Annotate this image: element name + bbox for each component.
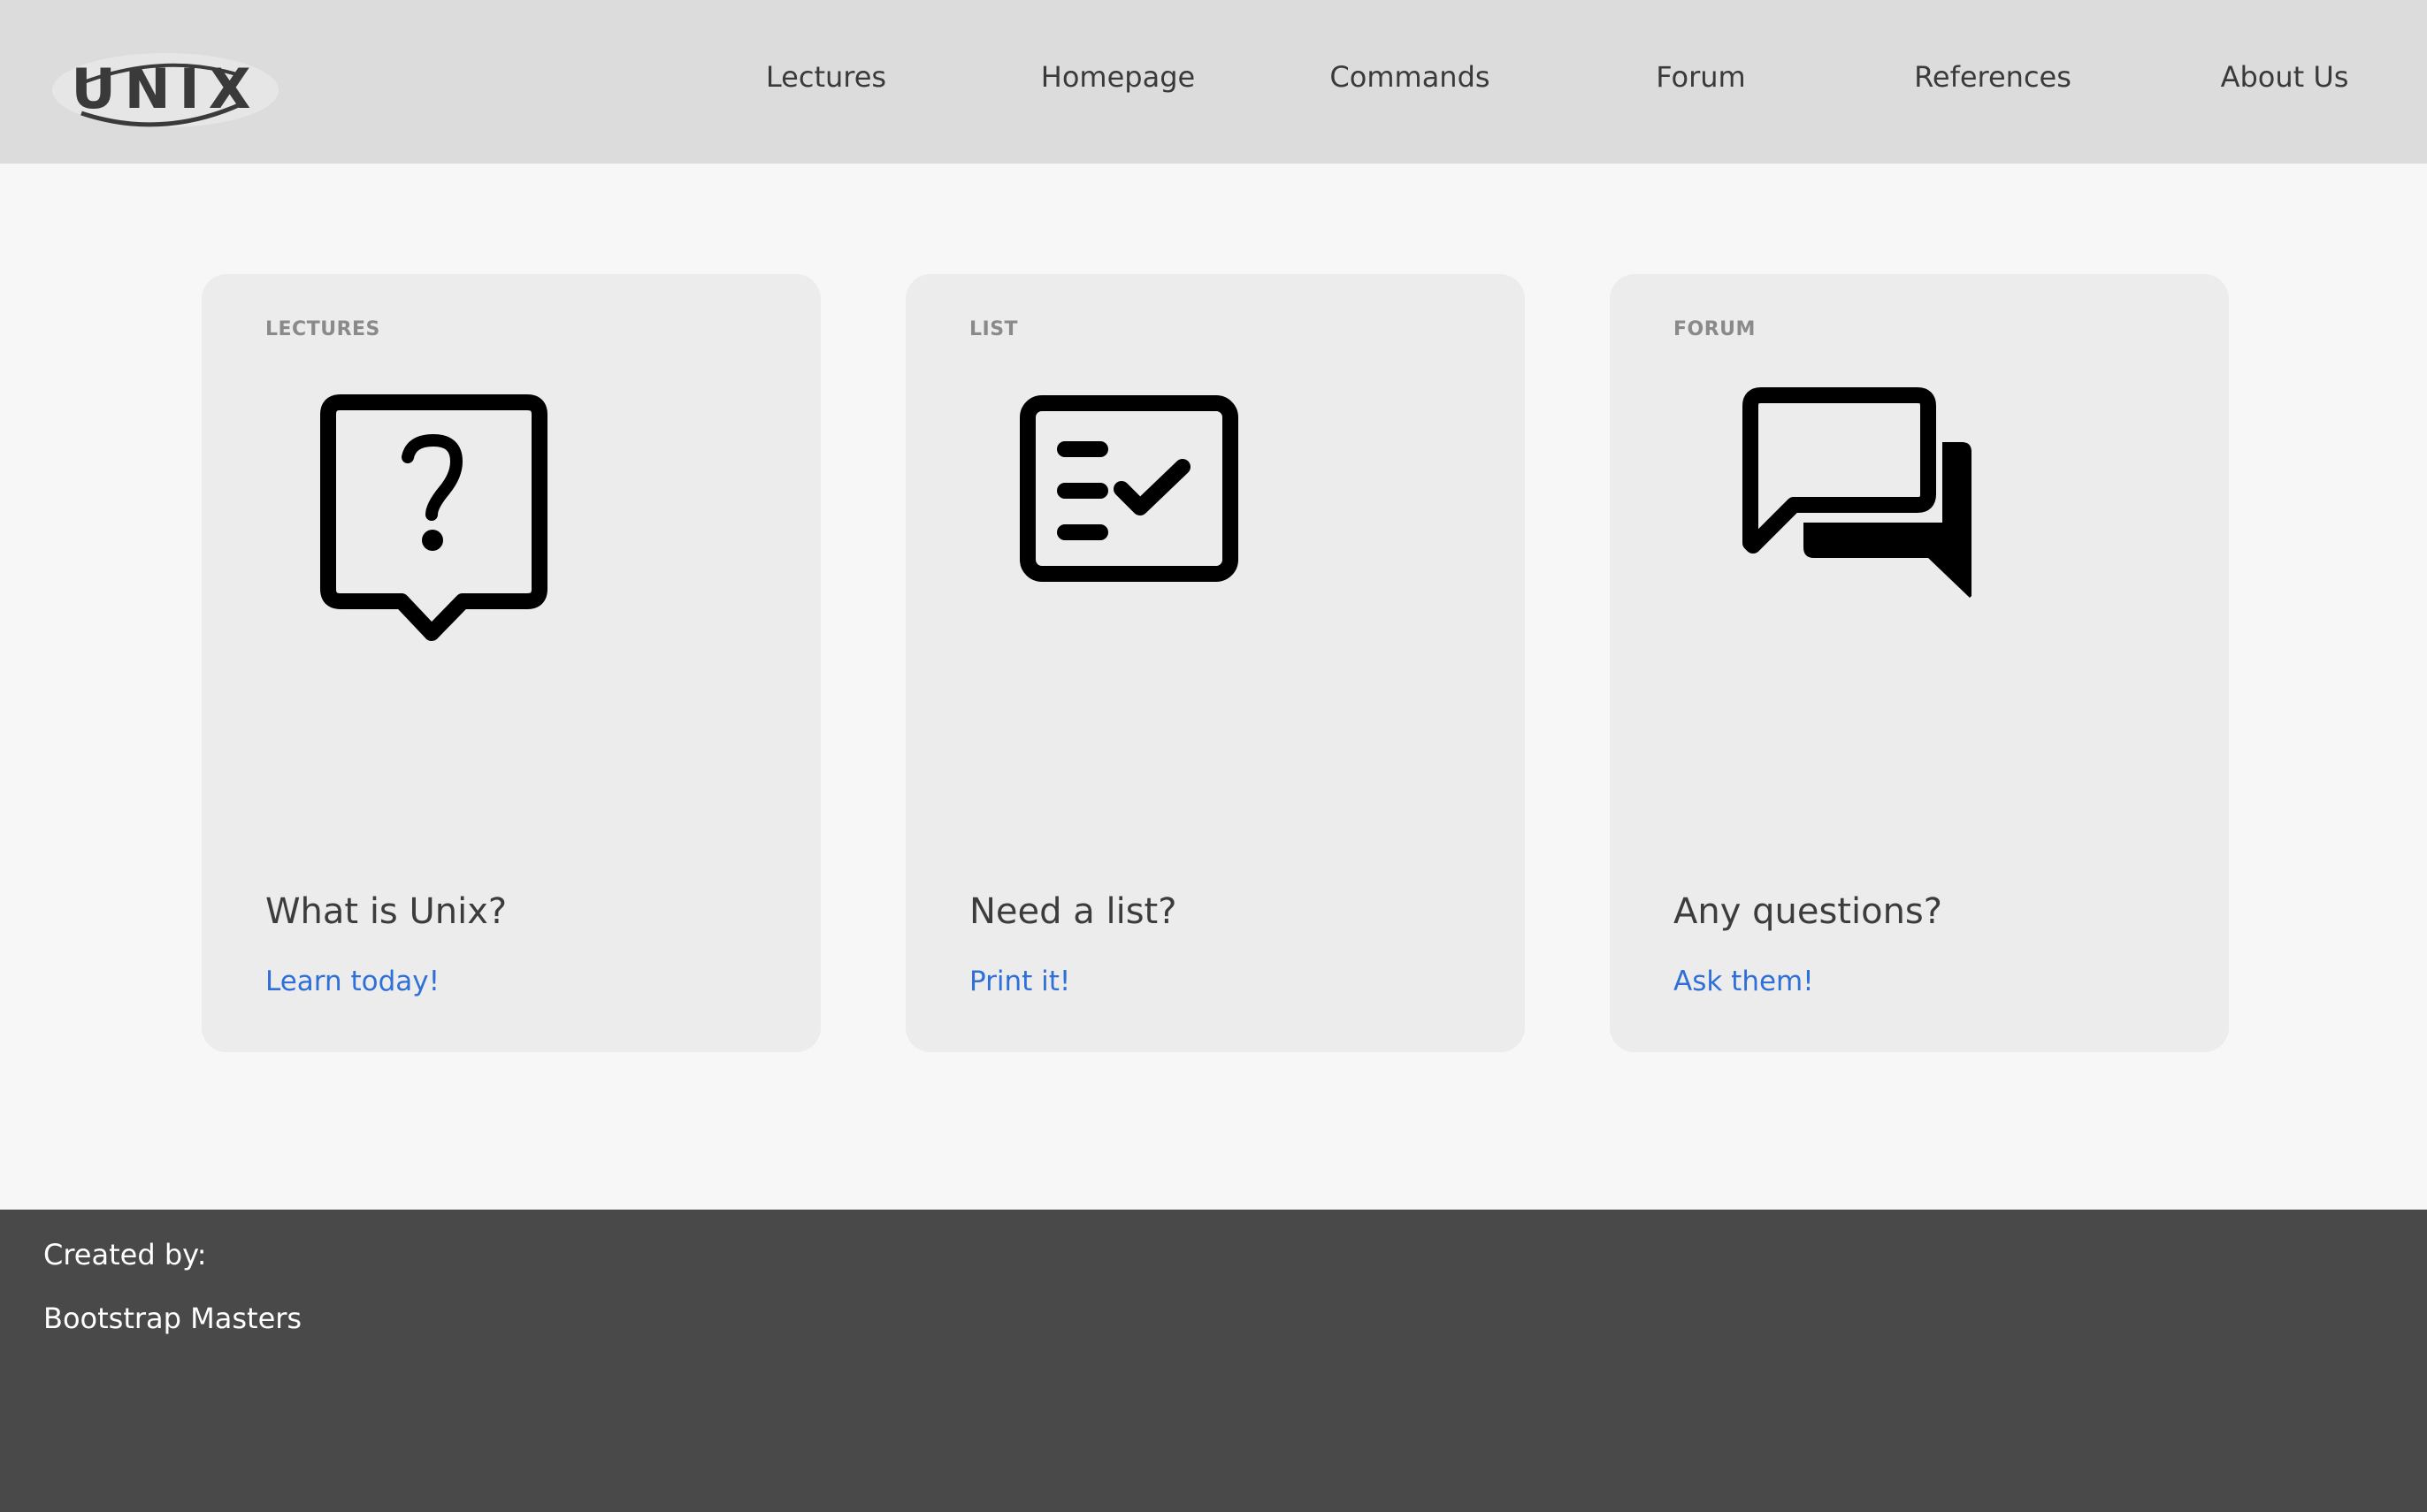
- card-tag: LECTURES: [265, 318, 380, 340]
- ask-them-link[interactable]: Ask them!: [1673, 966, 1814, 997]
- navbar: UNIX Lectures Homepage Commands Forum Re…: [0, 0, 2427, 164]
- svg-text:UNIX: UNIX: [71, 57, 259, 121]
- card-title: Need a list?: [969, 891, 1177, 932]
- unix-logo[interactable]: UNIX: [46, 27, 285, 137]
- card-lectures: LECTURES What is Unix? Learn today!: [202, 274, 821, 1052]
- learn-today-link[interactable]: Learn today!: [265, 966, 440, 997]
- author-name: Bootstrap Masters: [43, 1302, 302, 1335]
- question-bubble-icon: [308, 380, 732, 752]
- checklist-icon: [1012, 380, 1436, 752]
- card-title: What is Unix?: [265, 891, 508, 932]
- card-tag: FORUM: [1673, 318, 1756, 340]
- created-by-label: Created by:: [43, 1238, 207, 1271]
- card-list: LIST Need a list? Print it!: [906, 274, 1525, 1052]
- card-forum: FORUM Any questions? Ask them!: [1610, 274, 2229, 1052]
- nav-forum[interactable]: Forum: [1656, 60, 1745, 94]
- nav-about-us[interactable]: About Us: [2221, 60, 2349, 94]
- card-tag: LIST: [969, 318, 1019, 340]
- nav-lectures[interactable]: Lectures: [766, 60, 886, 94]
- nav-homepage[interactable]: Homepage: [1041, 60, 1195, 94]
- nav-commands[interactable]: Commands: [1329, 60, 1489, 94]
- card-title: Any questions?: [1673, 891, 1942, 932]
- nav-references[interactable]: References: [1914, 60, 2071, 94]
- chat-bubbles-icon: [1716, 380, 2140, 752]
- footer: Created by: Bootstrap Masters: [0, 1210, 2427, 1512]
- print-it-link[interactable]: Print it!: [969, 966, 1070, 997]
